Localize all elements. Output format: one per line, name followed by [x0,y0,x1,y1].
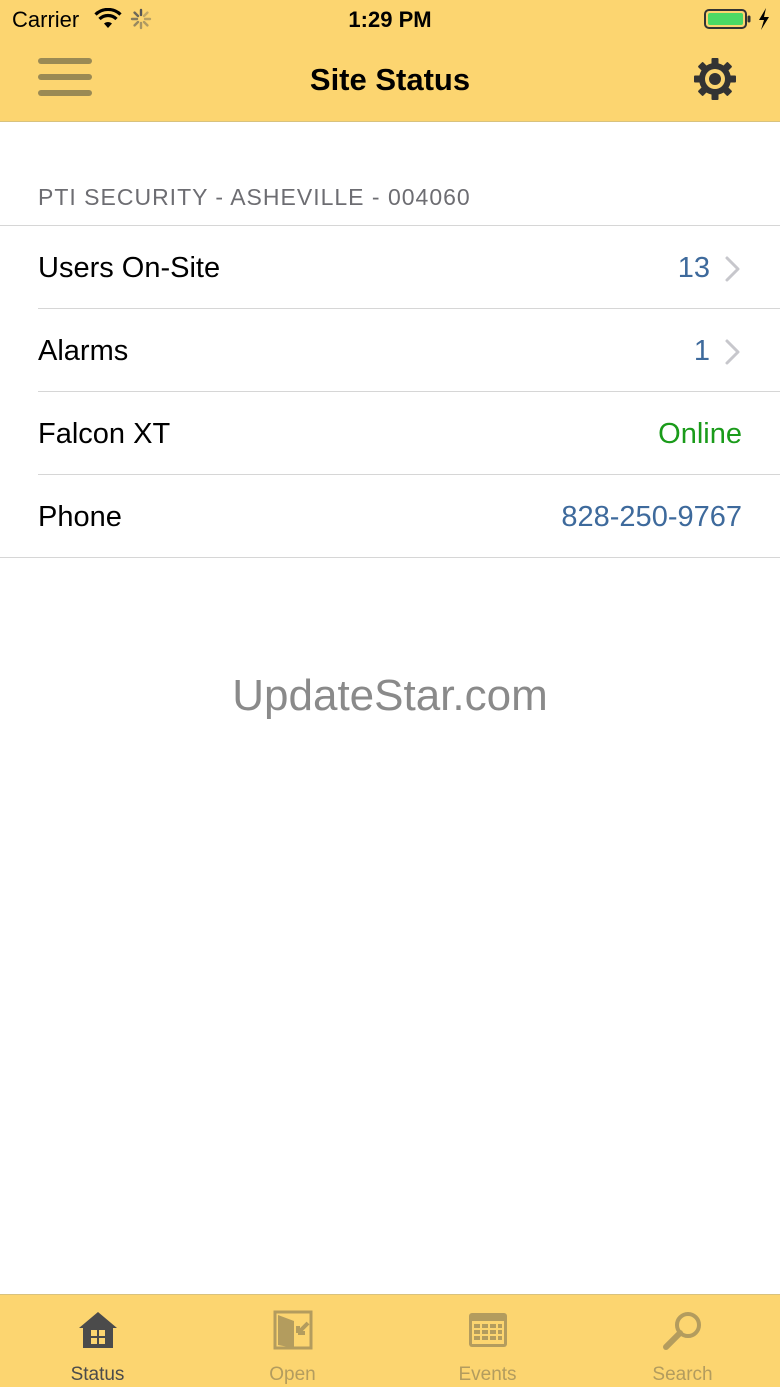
tab-label: Status [70,1364,125,1385]
watermark: UpdateStar.com [232,671,548,720]
chevron-right-icon [725,256,740,282]
falcon-xt-status: Online [658,418,742,450]
row-label: Users On-Site [38,252,221,284]
row-label: Falcon XT [38,418,171,450]
status-time: 1:29 PM [348,7,432,32]
falcon-xt-row: Falcon XT Online [0,392,780,475]
tab-status[interactable]: Status [0,1295,195,1387]
site-status-list: Users On-Site 13 Alarms 1 Falcon XT Onli… [0,225,780,558]
users-on-site-count: 13 [677,252,710,284]
tab-open[interactable]: Open [195,1295,390,1387]
tab-label: Events [458,1364,517,1385]
phone-number-link[interactable]: 828-250-9767 [561,501,742,534]
house-icon [79,1312,117,1348]
status-bar: Carrier 1:29 PM [0,0,780,40]
chevron-right-icon [725,339,740,365]
gear-icon[interactable] [692,56,738,102]
tab-label: Search [652,1364,713,1385]
calendar-icon [469,1313,507,1347]
site-header: PTI SECURITY - ASHEVILLE - 004060 [38,184,471,210]
charging-icon [759,8,769,30]
tab-bar: Status Open Events Search [0,1294,780,1387]
open-door-icon [273,1310,313,1350]
navigation-bar: Site Status [0,40,780,122]
magnifier-icon [663,1312,701,1350]
tab-search[interactable]: Search [585,1295,780,1387]
alarms-row[interactable]: Alarms 1 [0,309,780,392]
tab-events[interactable]: Events [390,1295,585,1387]
users-on-site-row[interactable]: Users On-Site 13 [0,226,780,309]
phone-row: Phone 828-250-9767 [0,475,780,558]
alarms-count: 1 [693,335,710,367]
page-title: Site Status [309,62,471,97]
row-label: Alarms [38,335,129,367]
top-bar: Carrier 1:29 PM Site Status [0,0,780,122]
tab-label: Open [269,1364,316,1385]
row-label: Phone [38,501,122,533]
battery-icon [704,9,751,29]
